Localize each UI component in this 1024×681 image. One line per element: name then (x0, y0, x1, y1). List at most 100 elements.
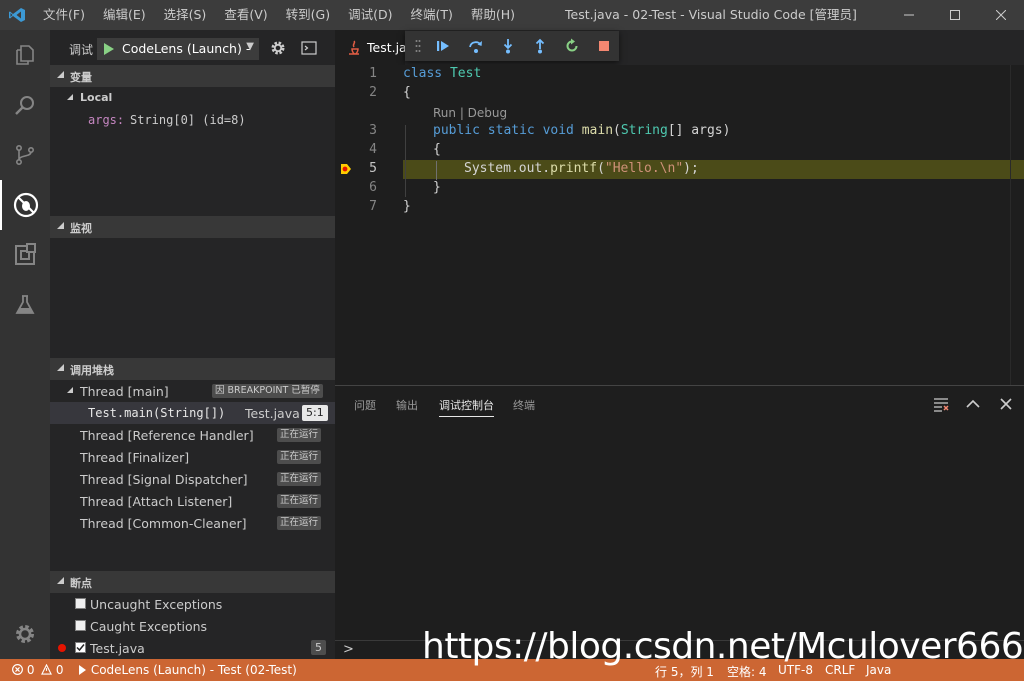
launch-config-value: CodeLens (Launch) - (122, 41, 251, 56)
menu-debug[interactable]: 调试(D) (339, 0, 401, 30)
breakpoint-checkbox[interactable] (75, 620, 86, 631)
menu-file[interactable]: 文件(F) (34, 0, 94, 30)
breakpoint-item[interactable]: Caught Exceptions (50, 615, 335, 637)
menu-help[interactable]: 帮助(H) (462, 0, 524, 30)
debug-console-icon[interactable] (301, 41, 317, 55)
variable-name: args: (88, 113, 125, 127)
code-end: ); (683, 161, 699, 176)
window-controls (886, 0, 1024, 30)
maximize-panel-icon[interactable] (965, 396, 981, 412)
thread-name: Thread [main] (80, 384, 169, 399)
string-literal: "Hello.\n" (604, 161, 684, 176)
step-out-button[interactable] (526, 31, 554, 61)
thread-name: Thread [Common-Cleaner] (80, 516, 247, 531)
console-prompt[interactable]: > (343, 642, 354, 657)
variable-args[interactable]: args: String[0] (id=8) (50, 109, 335, 131)
frame-name: Test.main(String[]) (88, 406, 226, 420)
launch-config-select[interactable]: CodeLens (Launch) - ▼ (97, 38, 259, 60)
minimize-button[interactable] (886, 0, 932, 30)
running-badge: 正在运行 (277, 472, 322, 486)
close-window-button[interactable] (978, 0, 1024, 30)
menu-selection[interactable]: 选择(S) (155, 0, 216, 30)
watch-section-header[interactable]: 监视 (50, 216, 335, 238)
clear-console-icon[interactable] (933, 396, 949, 412)
breakpoint-item[interactable]: Uncaught Exceptions (50, 593, 335, 615)
breakpoint-dot-icon (58, 644, 66, 652)
settings-gear-icon[interactable] (0, 609, 50, 659)
close-panel-icon[interactable] (998, 396, 1014, 412)
breakpoint-label: Test.java (90, 641, 145, 656)
drag-handle-icon[interactable] (415, 39, 421, 53)
type-name: String (620, 123, 668, 138)
editor-scrollbar[interactable] (1010, 65, 1024, 385)
gear-icon[interactable] (270, 40, 286, 56)
menu-go[interactable]: 转到(G) (277, 0, 339, 30)
line-number: 2 (369, 85, 377, 100)
thread-item[interactable]: Thread [Common-Cleaner] 正在运行 (50, 512, 335, 534)
running-badge: 正在运行 (277, 494, 322, 508)
function-name: main (581, 123, 614, 138)
launch-status-label: CodeLens (Launch) - Test (02-Test) (90, 663, 297, 677)
tab-problems[interactable]: 问题 (354, 397, 376, 413)
breakpoint-checkbox[interactable] (75, 598, 86, 609)
keyword: class (403, 66, 443, 81)
code-line-4: { (433, 142, 441, 157)
running-badge: 正在运行 (277, 516, 322, 530)
chevron-down-icon (56, 363, 65, 372)
code-line-5: System.out.printf("Hello.\n"); (464, 161, 699, 176)
maximize-button[interactable] (932, 0, 978, 30)
chevron-down-icon (66, 93, 74, 101)
tab-test-java[interactable]: Test.java (335, 30, 405, 65)
launch-status[interactable]: CodeLens (Launch) - Test (02-Test) (78, 663, 297, 677)
codelens-run-debug[interactable]: Run | Debug (433, 106, 507, 120)
stack-frame[interactable]: Test.main(String[]) Test.java 5:1 (50, 402, 335, 424)
breakpoints-section-header[interactable]: 断点 (50, 571, 335, 593)
step-over-button[interactable] (462, 31, 490, 61)
thread-item[interactable]: Thread [Attach Listener] 正在运行 (50, 490, 335, 512)
thread-item[interactable]: Thread [Finalizer] 正在运行 (50, 446, 335, 468)
variables-local-scope[interactable]: Local (50, 87, 335, 109)
debug-icon[interactable] (0, 180, 50, 230)
paused-badge: 因 BREAKPOINT 已暂停 (212, 384, 323, 398)
code-line-7: } (403, 199, 411, 214)
search-icon[interactable] (0, 80, 50, 130)
watch-title: 监视 (70, 222, 92, 235)
explorer-icon[interactable] (0, 30, 50, 80)
errors-status[interactable]: 0 (12, 663, 34, 677)
warning-count: 0 (55, 663, 64, 677)
step-into-button[interactable] (494, 31, 522, 61)
thread-name: Thread [Signal Dispatcher] (80, 472, 248, 487)
vscode-logo-icon (8, 7, 26, 23)
tab-terminal[interactable]: 终端 (513, 397, 535, 413)
test-flask-icon[interactable] (0, 280, 50, 330)
restart-button[interactable] (558, 31, 586, 61)
menu-edit[interactable]: 编辑(E) (94, 0, 155, 30)
warnings-status[interactable]: 0 (41, 663, 63, 677)
params: [] args) (667, 123, 731, 138)
stop-button[interactable] (590, 31, 618, 61)
thread-main[interactable]: Thread [main] 因 BREAKPOINT 已暂停 (50, 380, 335, 402)
tab-debug-console[interactable]: 调试控制台 (439, 397, 494, 417)
menu-view[interactable]: 查看(V) (215, 0, 276, 30)
thread-item[interactable]: Thread [Reference Handler] 正在运行 (50, 424, 335, 446)
breakpoint-checkbox[interactable] (75, 642, 86, 653)
line-number: 3 (369, 123, 377, 138)
continue-button[interactable] (429, 31, 457, 61)
indent-guide (436, 161, 437, 180)
breakpoint-item[interactable]: Test.java 5 (50, 637, 335, 659)
source-control-icon[interactable] (0, 130, 50, 180)
extensions-icon[interactable] (0, 230, 50, 280)
debug-sidebar: 调试 CodeLens (Launch) - ▼ 变量 Local args: … (50, 30, 335, 659)
tab-output[interactable]: 输出 (396, 397, 418, 413)
menu-terminal[interactable]: 终端(T) (401, 0, 461, 30)
start-debug-icon[interactable] (103, 42, 115, 56)
code-editor[interactable]: 1 2 3 4 5 6 7 class Test { Run | Debug p… (335, 65, 1024, 385)
callstack-section-header[interactable]: 调用堆栈 (50, 358, 335, 380)
breakpoint-label: Uncaught Exceptions (90, 597, 223, 612)
variables-section-header[interactable]: 变量 (50, 65, 335, 87)
thread-item[interactable]: Thread [Signal Dispatcher] 正在运行 (50, 468, 335, 490)
line-number: 6 (369, 180, 377, 195)
breakpoints-title: 断点 (70, 577, 92, 590)
callstack-title: 调用堆栈 (70, 364, 114, 377)
chevron-down-icon (66, 386, 74, 394)
